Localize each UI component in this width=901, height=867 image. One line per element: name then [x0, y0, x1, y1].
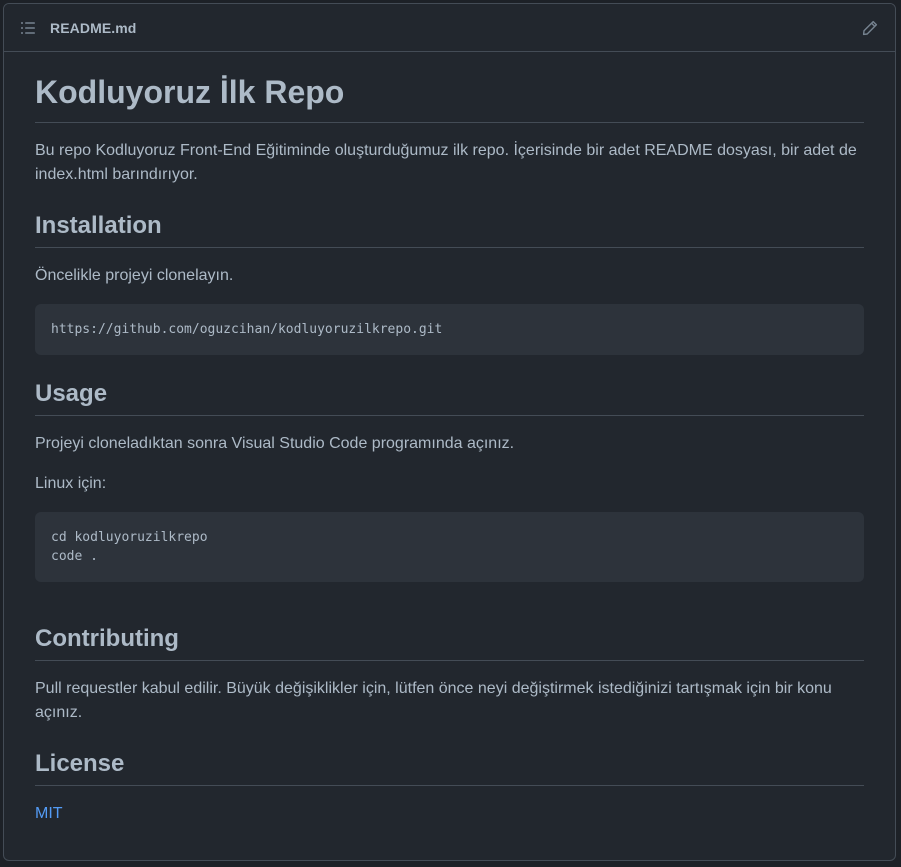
heading-installation: Installation: [35, 211, 864, 248]
usage-code-block[interactable]: cd kodluyoruzilkrepo code .: [35, 512, 864, 582]
pencil-icon[interactable]: [859, 17, 881, 39]
file-name: README.md: [50, 19, 137, 36]
installation-code-block[interactable]: https://github.com/oguzcihan/kodluyoruzi…: [35, 304, 864, 355]
license-paragraph: MIT: [35, 802, 864, 826]
list-unordered-icon[interactable]: [18, 18, 38, 38]
linux-label: Linux için:: [35, 475, 107, 492]
readme-container: README.md Kodluyoruz İlk Repo Bu repo Ko…: [3, 3, 896, 861]
heading-usage: Usage: [35, 379, 864, 416]
contributing-text: Pull requestler kabul edilir. Büyük deği…: [35, 680, 832, 721]
file-header: README.md: [4, 4, 895, 52]
readme-article: Kodluyoruz İlk Repo Bu repo Kodluyoruz F…: [4, 52, 895, 826]
heading-license: License: [35, 749, 864, 786]
usage-text: Projeyi cloneladıktan sonra Visual Studi…: [35, 435, 515, 452]
intro-paragraph: Bu repo Kodluyoruz Front-End Eğitiminde …: [35, 142, 857, 183]
heading-contributing: Contributing: [35, 624, 864, 661]
installation-text: Öncelikle projeyi clonelayın.: [35, 267, 234, 284]
readme-title: Kodluyoruz İlk Repo: [35, 52, 864, 123]
license-link[interactable]: MIT: [35, 805, 63, 822]
